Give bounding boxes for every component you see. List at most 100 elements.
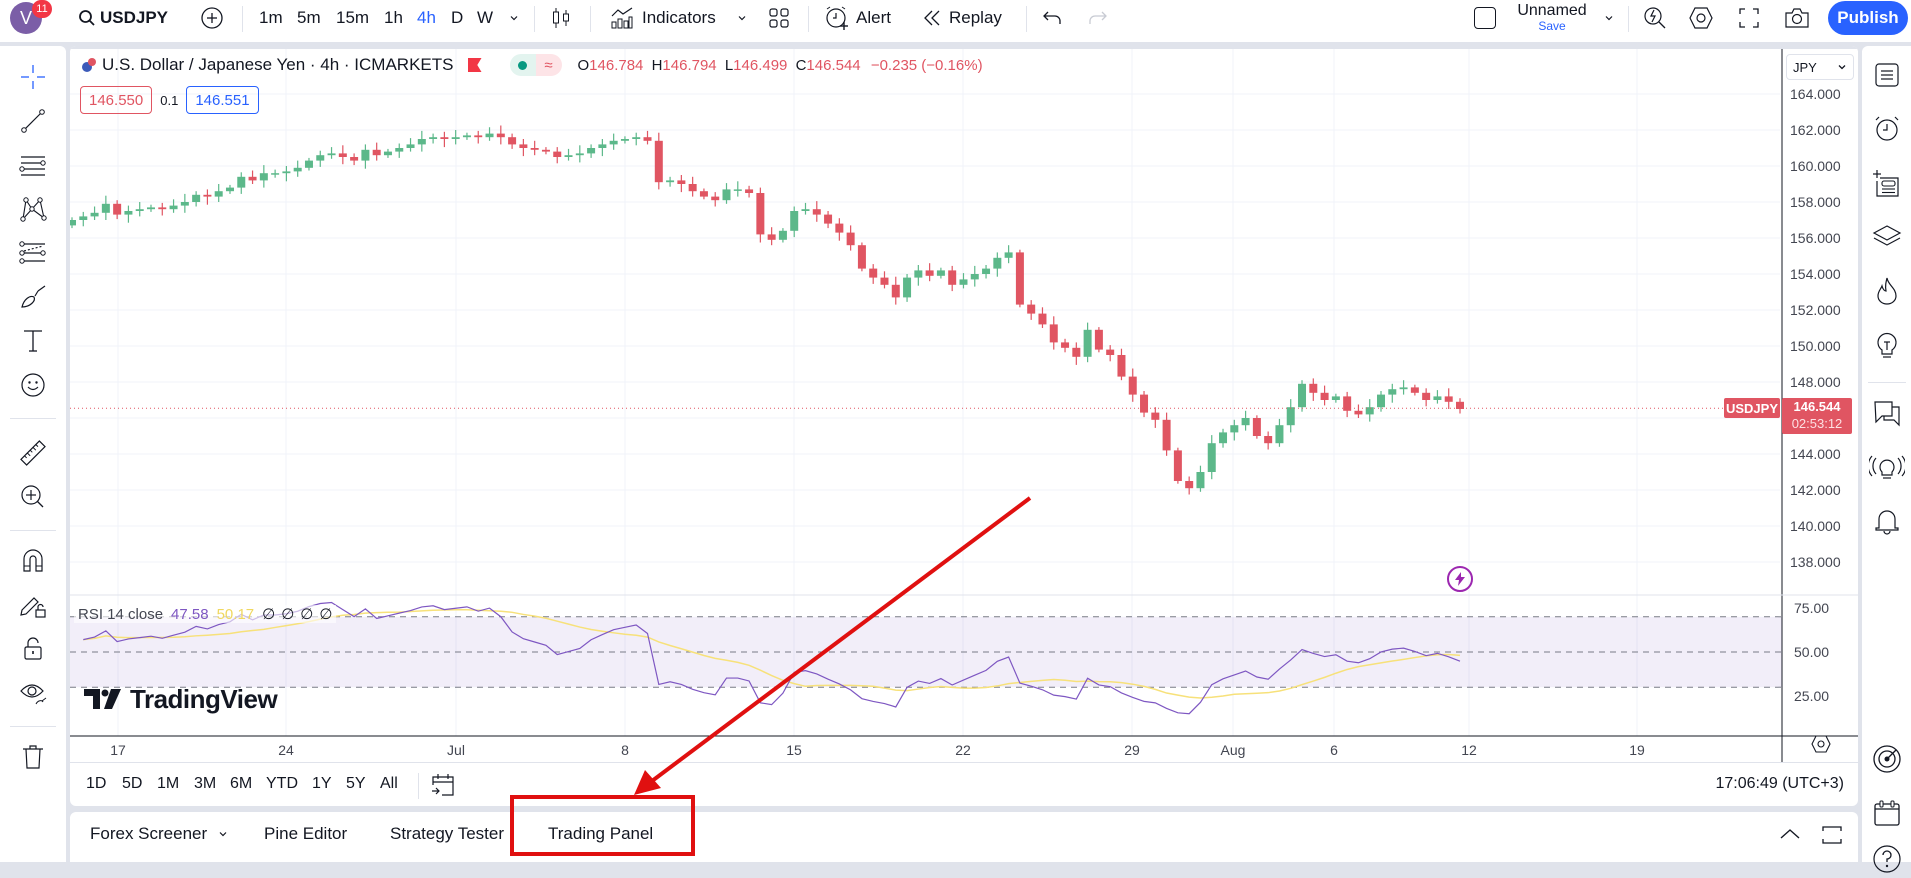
layout-dropdown[interactable] [1603, 0, 1615, 36]
fib-retracement-tool[interactable] [14, 234, 52, 272]
lock-drawing-mode-tool[interactable] [14, 586, 52, 624]
candle-body [485, 133, 494, 138]
layers-button[interactable] [1868, 218, 1906, 256]
flag-marker-icon[interactable] [467, 58, 482, 72]
multi-chart-checkbox[interactable] [1474, 0, 1496, 36]
publish-button[interactable]: Publish [1828, 1, 1908, 35]
buy-button[interactable]: 146.551 [186, 86, 259, 114]
screeners-button[interactable] [1868, 740, 1906, 778]
settings-button[interactable] [1688, 0, 1714, 36]
alert-button[interactable]: Alert [824, 0, 891, 36]
ideas-button[interactable] [1868, 326, 1906, 364]
price-chart[interactable]: 164.000 162.000 160.000 158.000 156.000 154.0… [70, 46, 1858, 806]
brush-tool[interactable] [14, 278, 52, 316]
candle-body [338, 153, 347, 157]
crosshair-tool[interactable] [14, 58, 52, 96]
indicators-button[interactable]: Indicators [610, 0, 716, 36]
alerts-button[interactable] [1868, 110, 1906, 148]
streams-button[interactable] [1868, 448, 1906, 486]
chart-type-button[interactable] [551, 0, 571, 36]
redo-button[interactable] [1088, 0, 1108, 36]
remove-drawings-tool[interactable] [14, 738, 52, 776]
interval-4h[interactable]: 4h [417, 0, 436, 36]
candle-body [1331, 396, 1340, 400]
range-1D[interactable]: 1D [86, 775, 106, 793]
tab-forex-screener[interactable]: Forex Screener [90, 824, 229, 844]
open-label: O [577, 56, 590, 74]
range-All[interactable]: All [380, 775, 398, 793]
data-window-button[interactable] [1868, 164, 1906, 202]
symbol-title[interactable]: U.S. Dollar / Japanese Yen · 4h · ICMARK… [102, 55, 454, 75]
hide-drawings-tool[interactable] [14, 674, 52, 712]
range-6M[interactable]: 6M [230, 775, 252, 793]
candle-body [1320, 392, 1329, 400]
go-to-date-button[interactable] [430, 771, 456, 799]
help-button[interactable] [1868, 840, 1906, 878]
interval-W[interactable]: W [477, 0, 493, 36]
undo-button[interactable] [1042, 0, 1062, 36]
parallel-channel-tool[interactable] [14, 146, 52, 184]
axis-settings-button[interactable] [1810, 734, 1832, 754]
range-1Y[interactable]: 1Y [312, 775, 332, 793]
layout-name-button[interactable]: Unnamed Save [1512, 2, 1592, 33]
rsi-title[interactable]: RSI 14 close [78, 606, 163, 623]
ruler-icon [20, 440, 46, 466]
zoom-in-tool[interactable] [14, 478, 52, 516]
symbol-search-button[interactable]: USDJPY [78, 0, 168, 36]
hotlists-button[interactable] [1868, 272, 1906, 310]
chats-button[interactable] [1868, 394, 1906, 432]
calendar-goto-icon [432, 774, 454, 796]
range-5D[interactable]: 5D [122, 775, 142, 793]
tab-strategy-tester[interactable]: Strategy Tester [390, 824, 504, 844]
tab-pine-editor[interactable]: Pine Editor [264, 824, 347, 844]
events-marker[interactable] [1447, 566, 1473, 592]
trend-line-tool[interactable] [14, 102, 52, 140]
interval-5m[interactable]: 5m [297, 0, 321, 36]
lock-all-drawings-tool[interactable] [14, 630, 52, 668]
chat-icon [1874, 401, 1900, 427]
text-tool[interactable] [14, 322, 52, 360]
interval-1m[interactable]: 1m [259, 0, 283, 36]
watchlist-button[interactable] [1868, 56, 1906, 94]
compare-symbol-button[interactable] [200, 0, 224, 36]
last-price-value: 146.544 [1793, 399, 1841, 415]
pattern-tool[interactable] [14, 190, 52, 228]
interval-15m[interactable]: 15m [336, 0, 369, 36]
candle-body [1196, 472, 1205, 489]
indicators-dropdown[interactable] [736, 0, 748, 36]
calendar-button[interactable] [1868, 794, 1906, 832]
tab-trading-panel[interactable]: Trading Panel [548, 824, 653, 844]
maximize-panel-button[interactable] [1820, 824, 1844, 846]
divider [1628, 6, 1629, 32]
candle-body [361, 149, 370, 161]
measure-tool[interactable] [14, 434, 52, 472]
currency-select[interactable]: JPY [1786, 54, 1854, 80]
range-5Y[interactable]: 5Y [346, 775, 366, 793]
sell-button[interactable]: 146.550 [80, 86, 153, 114]
interval-D[interactable]: D [451, 0, 463, 36]
layouts-button[interactable] [768, 0, 790, 36]
expand-panel-button[interactable] [1778, 826, 1802, 842]
chevron-down-icon [1838, 65, 1846, 70]
market-status[interactable]: ≈ [509, 54, 562, 76]
open-value: 146.784 [589, 56, 644, 74]
range-YTD[interactable]: YTD [266, 775, 298, 793]
candle-body [891, 284, 900, 298]
time-tick-label: 6 [1330, 742, 1338, 758]
fullscreen-button[interactable] [1738, 0, 1760, 36]
tradingview-watermark[interactable]: TradingView [84, 684, 278, 715]
candle-body [1343, 396, 1352, 411]
range-1M[interactable]: 1M [157, 775, 179, 793]
interval-dropdown[interactable] [508, 0, 520, 36]
magnet-tool[interactable] [14, 542, 52, 580]
snapshot-button[interactable] [1784, 0, 1810, 36]
range-3M[interactable]: 3M [194, 775, 216, 793]
replay-button[interactable]: Replay [923, 0, 1002, 36]
interval-1h[interactable]: 1h [384, 0, 403, 36]
candle-body [1388, 389, 1397, 395]
notifications-button[interactable] [1868, 502, 1906, 540]
timezone-clock[interactable]: 17:06:49 (UTC+3) [1715, 775, 1844, 793]
candle-body [1241, 418, 1250, 426]
emoji-tool[interactable] [14, 366, 52, 404]
quick-search-button[interactable] [1642, 0, 1668, 36]
